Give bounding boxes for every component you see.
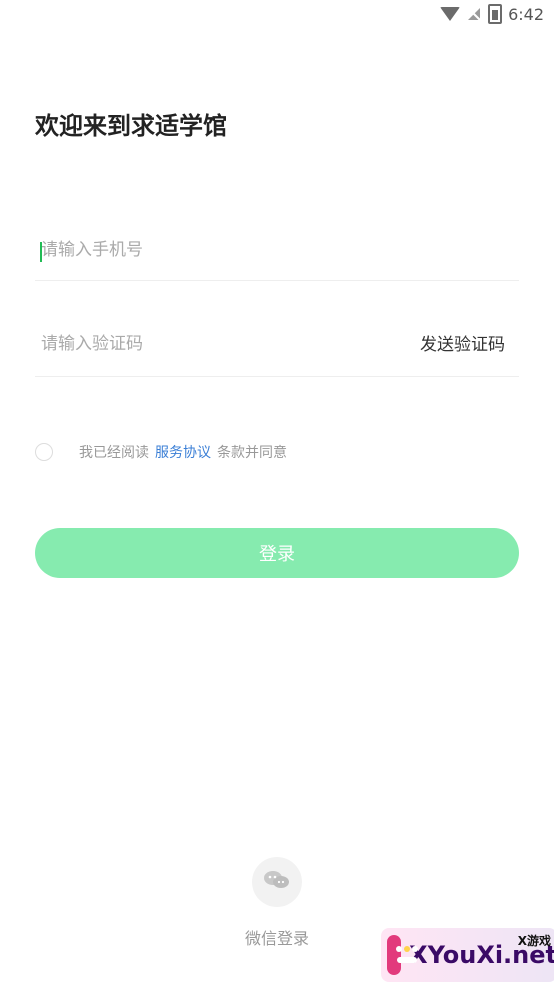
text-cursor <box>40 242 42 262</box>
watermark-logo <box>387 935 418 975</box>
status-time: 6:42 <box>508 4 544 24</box>
send-code-button[interactable]: 发送验证码 <box>420 330 505 355</box>
service-agreement-link[interactable]: 服务协议 <box>155 442 211 462</box>
agreement-row: 我已经阅读 服务协议 条款并同意 <box>35 442 287 462</box>
watermark: XYouXi.net X游戏 <box>381 928 554 982</box>
wechat-icon <box>263 868 291 896</box>
phone-field <box>35 230 519 281</box>
status-bar: 6:42 <box>0 0 554 30</box>
login-button[interactable]: 登录 <box>35 528 519 578</box>
code-field: 发送验证码 <box>35 324 519 377</box>
wechat-button[interactable] <box>251 857 302 907</box>
phone-input[interactable] <box>35 230 401 270</box>
code-input[interactable] <box>35 324 401 364</box>
status-icons: 6:42 <box>440 4 544 24</box>
agreement-prefix: 我已经阅读 <box>79 445 149 461</box>
agreement-checkbox[interactable] <box>35 443 53 461</box>
wechat-login[interactable]: 微信登录 <box>245 857 309 949</box>
no-signal-icon <box>466 6 482 22</box>
page-title: 欢迎来到求适学馆 <box>35 112 227 140</box>
wifi-icon <box>440 7 461 21</box>
battery-icon <box>488 4 503 24</box>
wechat-login-label: 微信登录 <box>244 929 310 948</box>
watermark-small: X游戏 <box>517 934 551 948</box>
agreement-suffix: 条款并同意 <box>217 445 287 461</box>
